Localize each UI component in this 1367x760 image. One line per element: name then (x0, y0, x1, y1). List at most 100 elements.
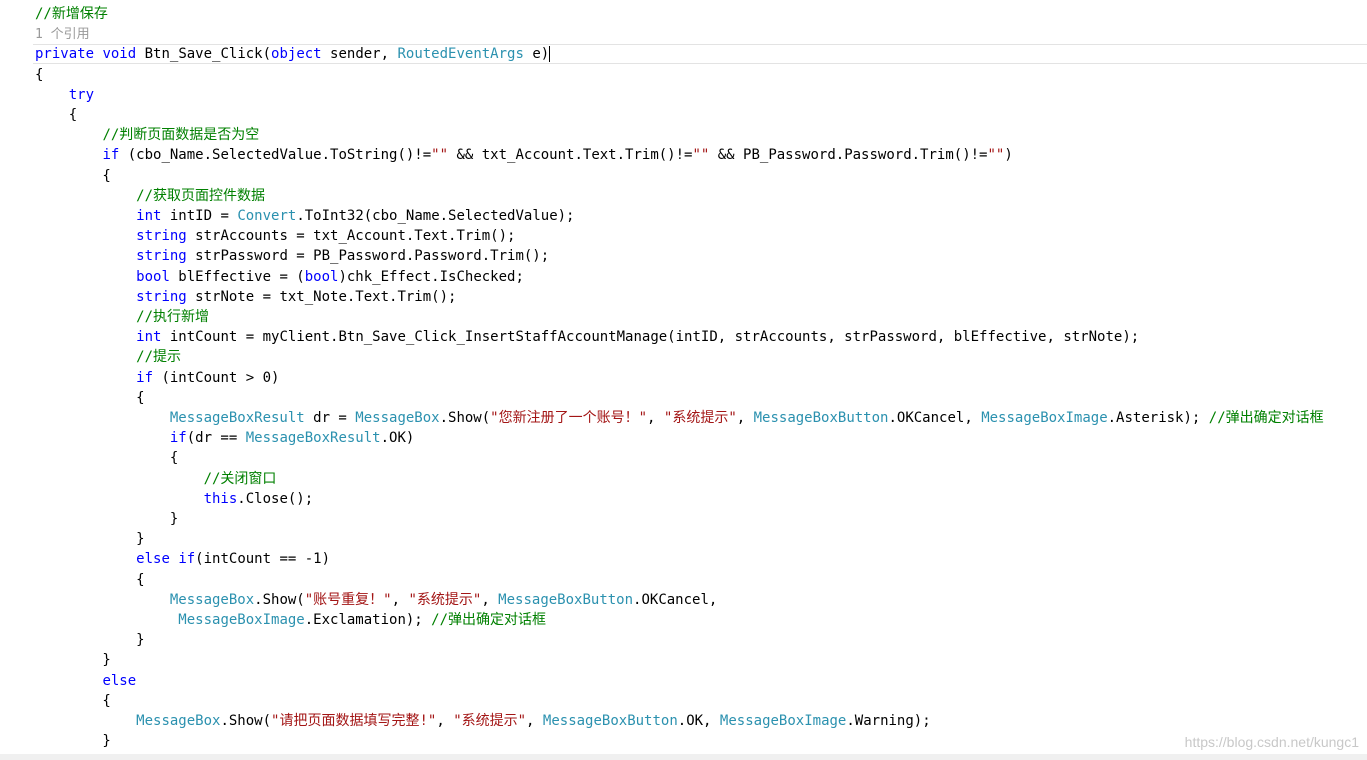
code-line[interactable]: { (0, 166, 110, 186)
code-editor[interactable]: //新增保存 1 个引用 private void Btn_Save_Click(o… (0, 0, 1367, 760)
code-keyword: try (68, 86, 95, 103)
codelens-reference-count[interactable]: 1 个引用 (35, 27, 90, 42)
code-text: )chk_Effect.IsChecked; (338, 268, 524, 285)
code-line[interactable]: //获取页面控件数据 (0, 186, 265, 206)
code-text: { (35, 66, 44, 83)
code-comment: //新增保存 (35, 6, 108, 22)
code-line[interactable]: if(dr == MessageBoxResult.OK) (0, 428, 414, 448)
code-line[interactable]: int intID = Convert.ToInt32(cbo_Name.Sel… (0, 206, 574, 226)
code-text: && txt_Account.Text.Trim()!= (448, 147, 693, 164)
code-line[interactable]: string strNote = txt_Note.Text.Trim(); (0, 287, 456, 307)
code-type-name: MessageBoxImage (719, 713, 847, 729)
code-text: .ToInt32(cbo_Name.SelectedValue); (296, 208, 575, 224)
code-line[interactable]: } (0, 509, 178, 529)
code-line[interactable]: int intCount = myClient.Btn_Save_Click_I… (0, 327, 1139, 347)
code-text: } (35, 531, 145, 548)
code-type-name: MessageBoxButton (753, 410, 889, 426)
code-line[interactable]: try (0, 85, 94, 105)
code-text: , (647, 410, 664, 426)
code-line[interactable]: { (0, 691, 110, 711)
code-line[interactable]: { (0, 388, 145, 408)
code-line[interactable]: { (0, 65, 43, 85)
code-line[interactable]: //新增保存 (0, 4, 108, 24)
code-line[interactable]: else (0, 671, 136, 691)
code-text: .OK) (380, 430, 415, 447)
code-keyword: bool (136, 268, 170, 285)
code-text: && PB_Password.Password.Trim()!= (709, 147, 988, 164)
code-line[interactable]: string strAccounts = txt_Account.Text.Tr… (0, 226, 515, 246)
code-line[interactable]: //判断页面数据是否为空 (0, 125, 259, 145)
code-line[interactable]: } (0, 731, 110, 751)
code-line[interactable]: { (0, 448, 178, 468)
code-keyword: if (136, 369, 154, 386)
code-line[interactable]: MessageBoxImage.Exclamation); //弹出确定对话框 (0, 610, 546, 630)
text-caret (549, 46, 551, 63)
code-line[interactable]: MessageBoxResult dr = MessageBox.Show("您… (0, 408, 1324, 428)
code-text: { (35, 389, 145, 406)
code-keyword: else (136, 551, 170, 568)
code-line[interactable]: } (0, 650, 111, 670)
code-text: } (35, 652, 111, 669)
code-text: } (35, 511, 179, 527)
code-line[interactable]: bool blEffective = (bool)chk_Effect.IsCh… (0, 267, 524, 287)
code-comment: //弹出确定对话框 (1208, 410, 1324, 426)
code-text: (intCount == -1) (195, 551, 331, 568)
code-text: blEffective = ( (169, 268, 305, 285)
code-line[interactable]: } (0, 630, 144, 650)
code-string: "请把页面数据填写完整!" (271, 713, 437, 729)
code-text: intID = (161, 208, 238, 224)
code-line[interactable]: else if(intCount == -1) (0, 549, 330, 569)
code-type-name: MessageBox (136, 713, 221, 729)
code-line[interactable]: //执行新增 (0, 307, 209, 327)
code-text: (intCount > 0) (153, 369, 280, 386)
code-line[interactable]: private void Btn_Save_Click(object sende… (33, 44, 1367, 65)
code-line[interactable]: 1 个引用 (0, 24, 90, 44)
code-keyword: void (102, 46, 137, 63)
code-line[interactable]: //提示 (0, 347, 181, 367)
code-string: "系统提示" (408, 591, 482, 608)
code-line[interactable]: if (intCount > 0) (0, 368, 279, 388)
code-text: strAccounts = txt_Account.Text.Trim(); (186, 228, 516, 245)
code-text: ) (1004, 147, 1013, 164)
code-text: , (526, 713, 543, 729)
code-line[interactable]: //关闭窗口 (0, 469, 277, 489)
code-keyword: string (136, 288, 187, 305)
code-comment: //关闭窗口 (203, 470, 277, 487)
code-line[interactable]: { (0, 570, 145, 590)
code-type-name: MessageBoxResult (169, 410, 305, 426)
code-line[interactable]: } (0, 529, 145, 549)
code-type-name: Convert (237, 208, 297, 224)
code-text: (dr == (186, 430, 246, 447)
code-line[interactable]: { (0, 105, 77, 125)
code-string: "" (431, 147, 449, 164)
code-text: (cbo_Name.SelectedValue.ToString()!= (119, 147, 432, 164)
code-line[interactable]: string strPassword = PB_Password.Passwor… (0, 246, 549, 266)
code-text: .OK, (677, 713, 720, 729)
code-line[interactable]: this.Close(); (0, 489, 314, 509)
code-keyword: if (169, 430, 187, 447)
code-text: .OKCancel, (888, 410, 982, 426)
code-line[interactable]: if (cbo_Name.SelectedValue.ToString()!="… (0, 145, 1013, 165)
code-type-name: RoutedEventArgs (397, 46, 524, 63)
watermark: https://blog.csdn.net/kungc1 (1184, 734, 1359, 750)
code-line[interactable]: MessageBox.Show("账号重复！", "系统提示", Message… (0, 590, 717, 610)
code-text: , (481, 591, 499, 608)
horizontal-scrollbar[interactable] (0, 754, 1367, 760)
code-comment: //提示 (136, 349, 182, 366)
code-text: { (35, 571, 145, 588)
code-line[interactable]: MessageBox.Show("请把页面数据填写完整!", "系统提示", M… (0, 711, 931, 731)
code-text: strPassword = PB_Password.Password.Trim(… (186, 248, 550, 265)
